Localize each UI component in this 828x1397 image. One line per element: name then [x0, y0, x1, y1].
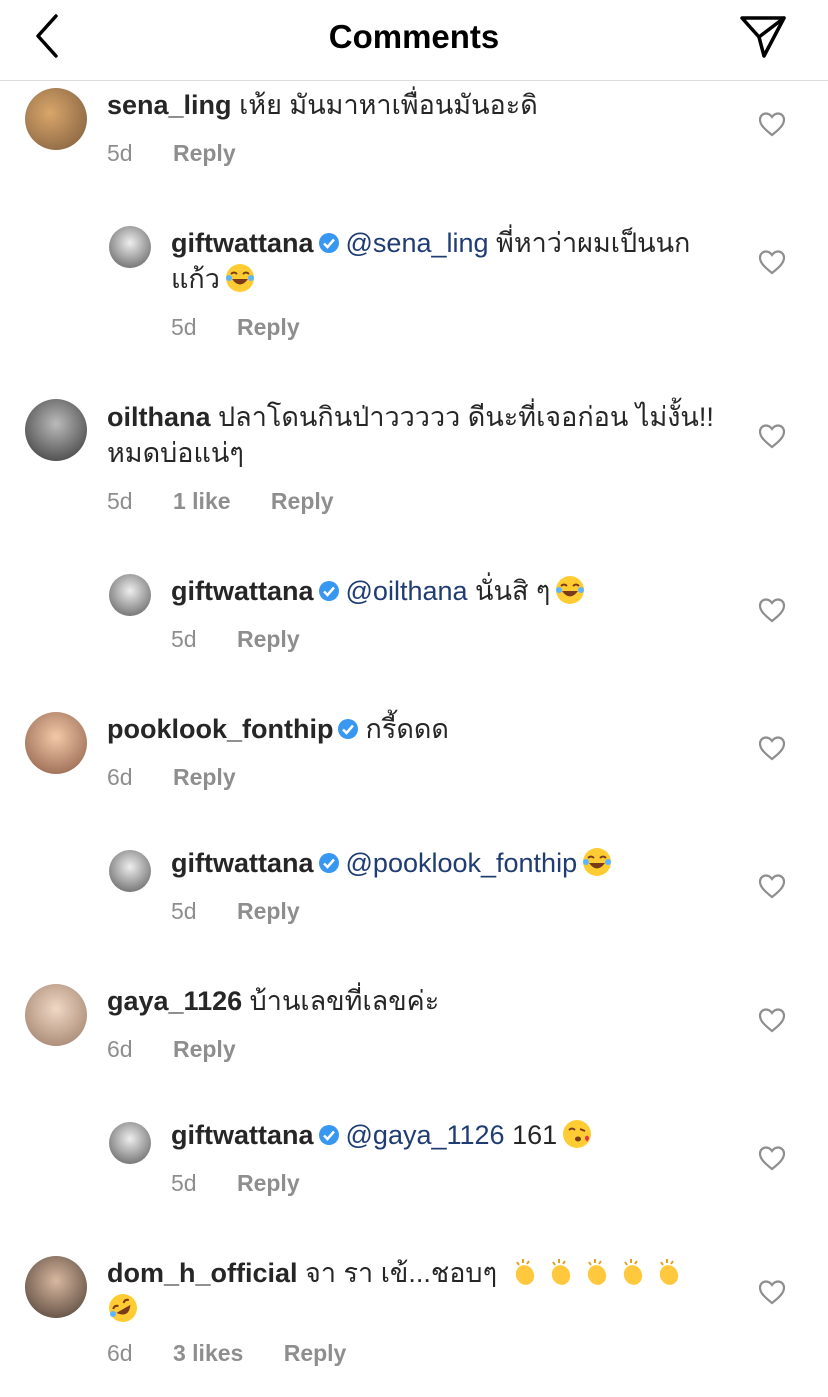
- reply-button[interactable]: Reply: [237, 1170, 300, 1196]
- heart-icon[interactable]: [758, 735, 786, 761]
- mention-link[interactable]: @sena_ling: [346, 228, 489, 258]
- comment-text: กรี้ดดด: [365, 714, 449, 744]
- heart-icon[interactable]: [758, 1145, 786, 1171]
- clap-emoji-icon: [551, 1259, 570, 1285]
- comment-time: 6d: [107, 764, 133, 790]
- comment-text: แก้ว: [171, 264, 220, 294]
- reply-button[interactable]: Reply: [271, 488, 334, 514]
- heart-icon[interactable]: [758, 1007, 786, 1033]
- reply-button[interactable]: Reply: [284, 1340, 347, 1366]
- verified-badge-icon: [318, 1125, 339, 1145]
- avatar[interactable]: [25, 399, 87, 461]
- reply-button[interactable]: Reply: [237, 898, 300, 924]
- joy-emoji-icon: [556, 576, 585, 604]
- avatar[interactable]: [25, 712, 87, 774]
- page-title: Comments: [328, 18, 500, 55]
- comment-time: 5d: [107, 140, 133, 166]
- clap-emoji-icon: [659, 1259, 678, 1285]
- avatar[interactable]: [25, 88, 87, 150]
- heart-icon[interactable]: [758, 597, 786, 623]
- comment-username[interactable]: giftwattana: [171, 848, 314, 878]
- comment-username[interactable]: giftwattana: [171, 228, 314, 258]
- clap-emoji-group: [505, 1258, 685, 1288]
- comment-time: 5d: [171, 1170, 197, 1196]
- heart-icon[interactable]: [758, 873, 786, 899]
- header-bar: Comments: [0, 0, 828, 81]
- comment-username[interactable]: oilthana: [107, 402, 211, 432]
- avatar[interactable]: [109, 1122, 151, 1164]
- comment-time: 5d: [171, 314, 197, 340]
- comment-time: 6d: [107, 1340, 133, 1366]
- comment-username[interactable]: giftwattana: [171, 1120, 314, 1150]
- comment-text: นั่นสิ ๆ: [475, 576, 551, 606]
- avatar[interactable]: [109, 574, 151, 616]
- mention-link[interactable]: @gaya_1126: [346, 1120, 505, 1150]
- likes-count[interactable]: 3 likes: [173, 1340, 243, 1366]
- kiss-emoji-icon: [563, 1120, 592, 1148]
- reply-button[interactable]: Reply: [173, 1036, 236, 1062]
- avatar[interactable]: [25, 984, 87, 1046]
- likes-count[interactable]: 1 like: [173, 488, 231, 514]
- heart-icon[interactable]: [758, 249, 786, 275]
- comment-text: 161: [512, 1120, 558, 1150]
- joy-emoji-icon: [583, 848, 612, 876]
- avatar[interactable]: [109, 850, 151, 892]
- comment-time: 5d: [107, 488, 133, 514]
- heart-icon[interactable]: [758, 111, 786, 137]
- comment-username[interactable]: pooklook_fonthip: [107, 714, 333, 744]
- reply-button[interactable]: Reply: [173, 764, 236, 790]
- clap-emoji-icon: [623, 1259, 642, 1285]
- comment-username[interactable]: dom_h_official: [107, 1258, 298, 1288]
- comment-time: 6d: [107, 1036, 133, 1062]
- comment-text: เห้ย มันมาหาเพื่อนมันอะดิ: [239, 90, 538, 120]
- rofl-emoji-icon: [109, 1294, 137, 1322]
- reply-button[interactable]: Reply: [237, 314, 300, 340]
- comment-username[interactable]: gaya_1126: [107, 986, 242, 1016]
- comment-time: 5d: [171, 898, 197, 924]
- comment-text: บ้านเลขที่เลขค่ะ: [249, 986, 440, 1016]
- comment-time: 5d: [171, 626, 197, 652]
- verified-badge-icon: [318, 581, 339, 601]
- avatar[interactable]: [109, 226, 151, 268]
- comment-username[interactable]: sena_ling: [107, 90, 232, 120]
- reply-button[interactable]: Reply: [237, 626, 300, 652]
- comment-text: จา รา เข้...ชอบๆ: [305, 1258, 498, 1288]
- verified-badge-icon: [338, 719, 359, 739]
- heart-icon[interactable]: [758, 1279, 786, 1305]
- reply-button[interactable]: Reply: [173, 140, 236, 166]
- mention-link[interactable]: @pooklook_fonthip: [346, 848, 578, 878]
- clap-emoji-icon: [515, 1259, 534, 1285]
- comment-text: ปลาโดนกินป่าววววว ดีนะที่เจอก่อน ไม่งั้น…: [218, 402, 714, 432]
- avatar[interactable]: [25, 1256, 87, 1318]
- comment-text: พี่หาว่าผมเป็นนก: [496, 228, 691, 258]
- comment-username[interactable]: giftwattana: [171, 576, 314, 606]
- heart-icon[interactable]: [758, 423, 786, 449]
- verified-badge-icon: [318, 233, 339, 253]
- joy-emoji-icon: [225, 264, 254, 292]
- clap-emoji-icon: [587, 1259, 606, 1285]
- verified-badge-icon: [318, 853, 339, 873]
- mention-link[interactable]: @oilthana: [346, 576, 468, 606]
- comment-text: หมดบ่อแน่ๆ: [107, 438, 244, 468]
- direct-message-icon[interactable]: [738, 12, 788, 60]
